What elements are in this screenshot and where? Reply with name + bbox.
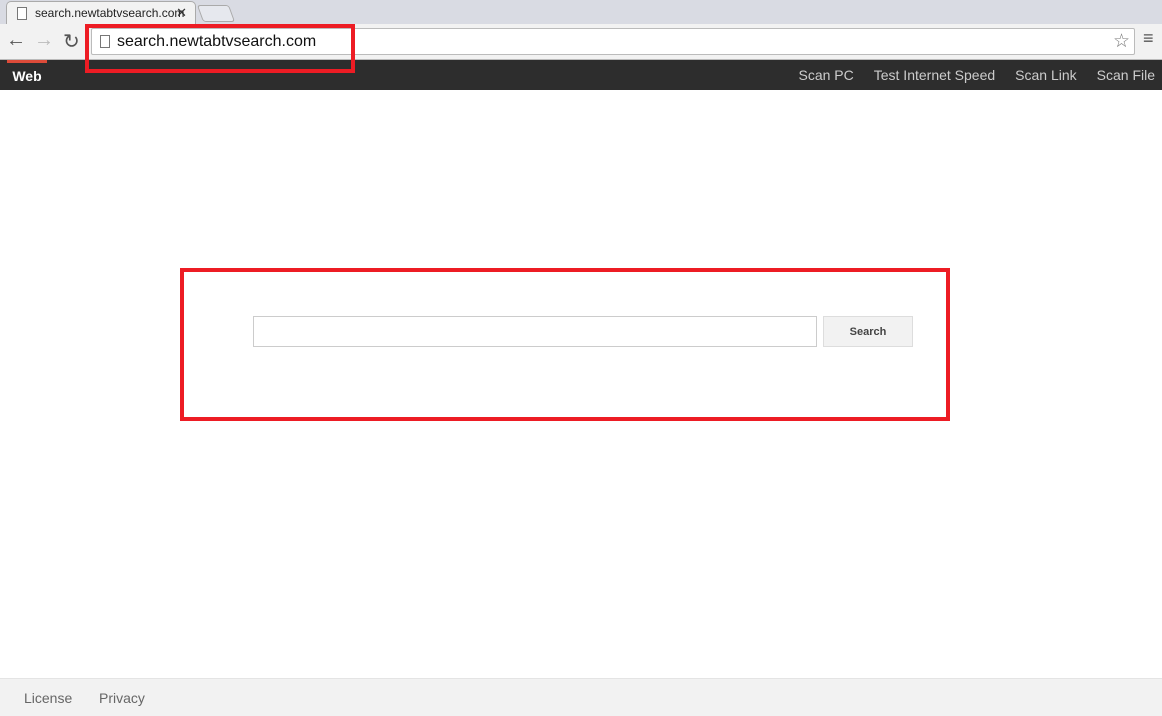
nav-scan-link[interactable]: Scan Link (1015, 67, 1076, 83)
search-input[interactable] (253, 316, 817, 347)
tab-strip: search.newtabtvsearch.com ✕ (0, 0, 1162, 24)
page-icon (17, 7, 27, 20)
license-link[interactable]: License (24, 690, 72, 706)
back-icon[interactable]: ← (6, 29, 26, 52)
new-tab-button[interactable] (196, 5, 236, 22)
search-button[interactable]: Search (823, 316, 913, 347)
close-tab-icon[interactable]: ✕ (176, 5, 187, 21)
forward-icon[interactable]: → (34, 29, 54, 52)
tab-title: search.newtabtvsearch.com (35, 6, 185, 20)
nav-scan-file[interactable]: Scan File (1097, 67, 1155, 83)
nav-scan-pc[interactable]: Scan PC (798, 67, 853, 83)
highlight-box-url (85, 24, 355, 73)
browser-tab[interactable]: search.newtabtvsearch.com ✕ (6, 1, 196, 24)
reload-icon[interactable]: ↻ (63, 29, 80, 54)
bookmark-star-icon[interactable]: ☆ (1113, 30, 1130, 53)
nav-test-internet-speed[interactable]: Test Internet Speed (874, 67, 995, 83)
privacy-link[interactable]: Privacy (99, 690, 145, 706)
footer: License Privacy (0, 678, 1162, 716)
nav-web[interactable]: Web (7, 60, 47, 90)
menu-icon[interactable]: ≡ (1143, 28, 1154, 49)
